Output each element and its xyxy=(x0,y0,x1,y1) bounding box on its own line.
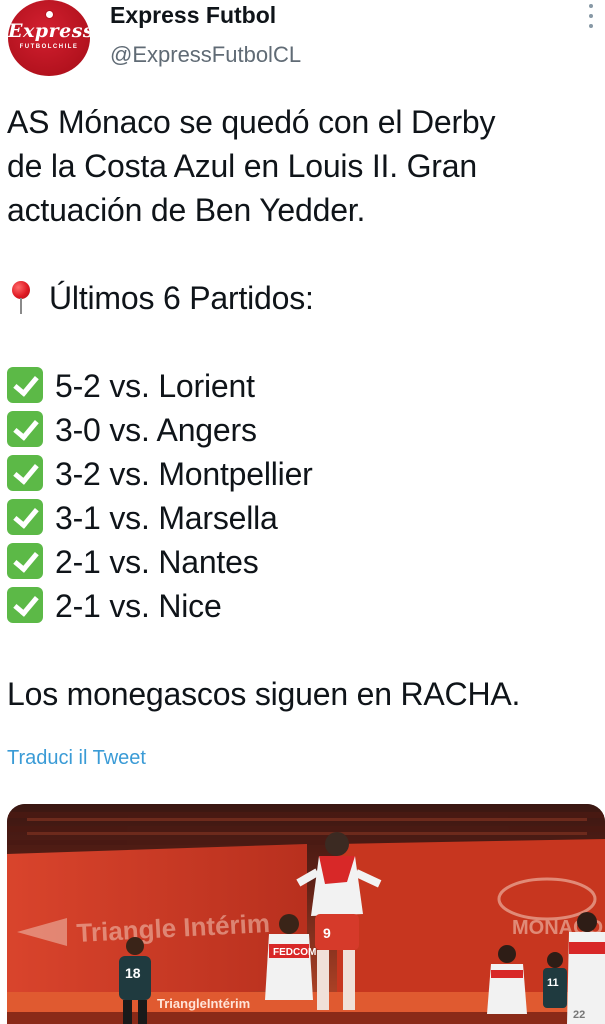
tweet-media-photo[interactable]: Triangle Intérim MONACO TriangleIntérim … xyxy=(7,804,605,1024)
closing-line: Los monegascos siguen en RACHA. xyxy=(7,676,521,712)
result-item: 3-2 vs. Montpellier xyxy=(7,452,597,496)
user-handle[interactable]: @ExpressFutbolCL xyxy=(110,42,301,68)
player-number: 9 xyxy=(323,925,331,941)
tweet: Express FUTBOLCHILE Express Futbol @Expr… xyxy=(0,0,605,1024)
tweet-line: actuación de Ben Yedder. xyxy=(7,192,366,228)
result-item: 5-2 vs. Lorient xyxy=(7,364,597,408)
player-number: 22 xyxy=(573,1009,585,1021)
check-mark-icon xyxy=(7,411,43,447)
ad-board-text: TriangleIntérim xyxy=(157,996,250,1011)
check-mark-icon xyxy=(7,587,43,623)
pushpin-icon xyxy=(7,281,35,315)
result-text: 5-2 vs. Lorient xyxy=(55,368,255,404)
result-text: 3-2 vs. Montpellier xyxy=(55,456,313,492)
check-mark-icon xyxy=(7,499,43,535)
section-title: Últimos 6 Partidos: xyxy=(49,280,314,316)
avatar-logo-text: Express xyxy=(8,20,90,42)
player-number: 11 xyxy=(547,977,559,989)
tweet-header: Express FUTBOLCHILE Express Futbol @Expr… xyxy=(0,0,605,90)
more-options-icon[interactable] xyxy=(585,4,597,28)
result-item: 2-1 vs. Nice xyxy=(7,584,597,628)
player-number: 18 xyxy=(125,965,141,981)
result-text: 2-1 vs. Nice xyxy=(55,588,222,624)
section-title-line: Últimos 6 Partidos: xyxy=(7,276,597,320)
match-photo: Triangle Intérim MONACO TriangleIntérim … xyxy=(7,804,605,1024)
avatar[interactable]: Express FUTBOLCHILE xyxy=(8,0,90,76)
display-name[interactable]: Express Futbol xyxy=(110,2,276,29)
check-mark-icon xyxy=(7,543,43,579)
avatar-logo-subtext: FUTBOLCHILE xyxy=(19,44,79,50)
tweet-line: de la Costa Azul en Louis II. Gran xyxy=(7,148,477,184)
check-mark-icon xyxy=(7,367,43,403)
result-item: 3-1 vs. Marsella xyxy=(7,496,597,540)
tweet-text: AS Mónaco se quedó con el Derby de la Co… xyxy=(7,100,597,716)
result-item: 3-0 vs. Angers xyxy=(7,408,597,452)
result-text: 3-1 vs. Marsella xyxy=(55,500,278,536)
translate-tweet-link[interactable]: Traduci il Tweet xyxy=(7,747,146,770)
check-mark-icon xyxy=(7,455,43,491)
ball-icon xyxy=(45,10,54,19)
tweet-line: AS Mónaco se quedó con el Derby xyxy=(7,104,496,140)
shirt-sponsor: FEDCOM xyxy=(273,947,316,958)
result-item: 2-1 vs. Nantes xyxy=(7,540,597,584)
result-text: 3-0 vs. Angers xyxy=(55,412,257,448)
result-text: 2-1 vs. Nantes xyxy=(55,544,259,580)
